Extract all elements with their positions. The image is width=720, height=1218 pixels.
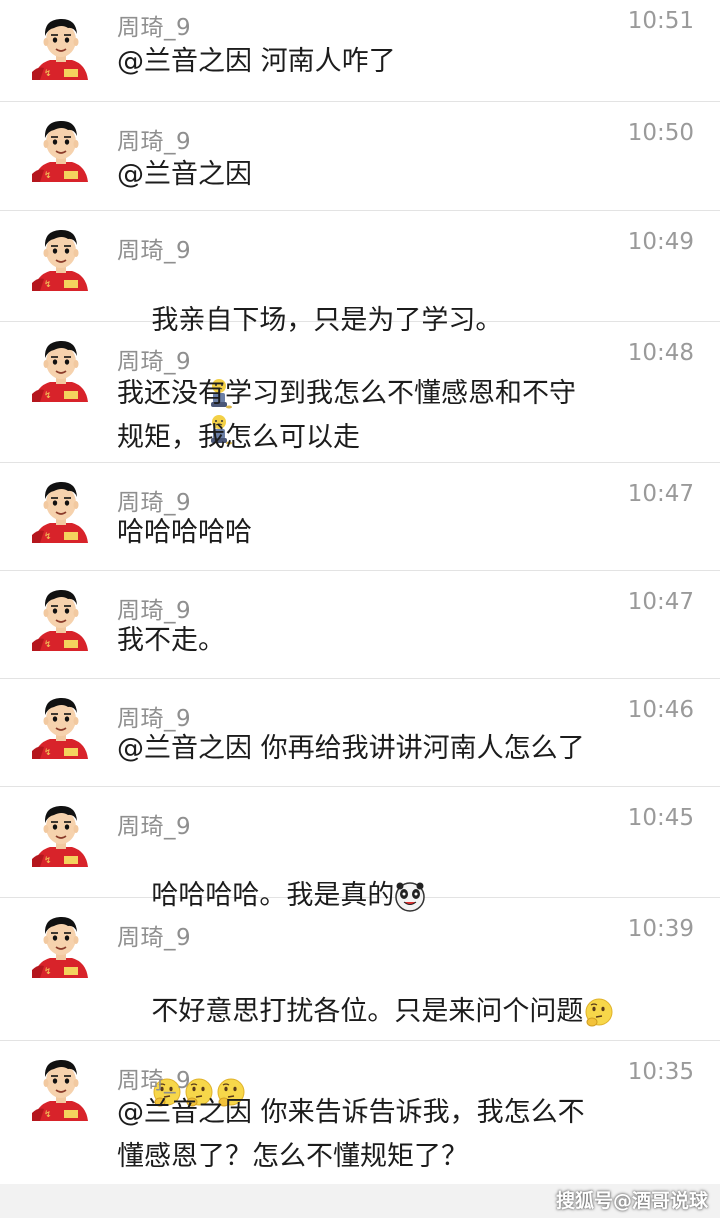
message-text: @兰音之因 河南人咋了 bbox=[117, 46, 396, 77]
thinking-face-icon bbox=[583, 997, 615, 1029]
message-row[interactable]: 周琦_9 10:49 我亲自下场，只是为了学习。 bbox=[0, 211, 720, 322]
avatar-icon[interactable] bbox=[30, 116, 92, 184]
avatar-icon[interactable] bbox=[30, 912, 92, 980]
message-time: 10:39 bbox=[627, 916, 694, 942]
message-row[interactable]: 周琦_9 10:35 @兰音之因 你来告诉告诉我，我怎么不 懂感恩了？怎么不懂规… bbox=[0, 1041, 720, 1184]
avatar-icon[interactable] bbox=[30, 693, 92, 761]
message-row[interactable]: 周琦_9 10:47 我不走。 bbox=[0, 571, 720, 679]
sender-name[interactable]: 周琦_9 bbox=[117, 591, 191, 625]
message-text: 我不走。 bbox=[117, 625, 225, 656]
avatar-icon[interactable] bbox=[30, 477, 92, 545]
avatar-icon[interactable] bbox=[30, 1055, 92, 1123]
avatar-icon[interactable] bbox=[30, 801, 92, 869]
message-time: 10:48 bbox=[627, 340, 694, 366]
avatar-icon[interactable] bbox=[30, 225, 92, 293]
sender-name[interactable]: 周琦_9 bbox=[117, 122, 191, 156]
watermark: 搜狐号@酒哥说球 bbox=[555, 1190, 708, 1212]
sender-name[interactable]: 周琦_9 bbox=[117, 807, 191, 841]
avatar-icon[interactable] bbox=[30, 585, 92, 653]
message-row[interactable]: 周琦_9 10:47 哈哈哈哈哈 bbox=[0, 463, 720, 571]
message-time: 10:46 bbox=[627, 697, 694, 723]
message-row[interactable]: 周琦_9 10:48 我还没有学习到我怎么不懂感恩和不守 规矩，我怎么可以走 bbox=[0, 322, 720, 463]
sender-name[interactable]: 周琦_9 bbox=[117, 1061, 191, 1095]
message-time: 10:50 bbox=[627, 120, 694, 146]
sender-name[interactable]: 周琦_9 bbox=[117, 231, 191, 265]
sender-name[interactable]: 周琦_9 bbox=[117, 342, 191, 376]
message-text: @兰音之因 你再给我讲讲河南人怎么了 bbox=[117, 733, 585, 764]
message-text: @兰音之因 你来告诉告诉我，我怎么不 懂感恩了？怎么不懂规矩了？ bbox=[117, 1097, 585, 1172]
message-text-content: 不好意思打扰各位。只是来问个问题 bbox=[151, 996, 584, 1027]
message-time: 10:47 bbox=[627, 589, 694, 615]
message-row[interactable]: 周琦_9 10:39 不好意思打扰各位。只是来问个问题 bbox=[0, 898, 720, 1041]
message-time: 10:45 bbox=[627, 805, 694, 831]
sender-name[interactable]: 周琦_9 bbox=[117, 483, 191, 517]
sender-name[interactable]: 周琦_9 bbox=[117, 8, 191, 42]
message-row[interactable]: 周琦_9 10:50 @兰音之因 bbox=[0, 102, 720, 211]
message-text: @兰音之因 bbox=[117, 159, 252, 190]
message-time: 10:35 bbox=[627, 1059, 694, 1085]
message-text: 哈哈哈哈哈 bbox=[117, 517, 252, 548]
message-time: 10:47 bbox=[627, 481, 694, 507]
sender-name[interactable]: 周琦_9 bbox=[117, 699, 191, 733]
message-time: 10:49 bbox=[627, 229, 694, 255]
avatar-icon[interactable] bbox=[30, 336, 92, 404]
message-row[interactable]: 周琦_9 10:51 @兰音之因 河南人咋了 bbox=[0, 0, 720, 102]
message-time: 10:51 bbox=[627, 8, 694, 34]
message-text: 我还没有学习到我怎么不懂感恩和不守 规矩，我怎么可以走 bbox=[117, 378, 576, 453]
avatar-icon[interactable] bbox=[30, 14, 92, 82]
sender-name[interactable]: 周琦_9 bbox=[117, 918, 191, 952]
message-row[interactable]: 周琦_9 10:45 哈哈哈哈。我是真的 bbox=[0, 787, 720, 912]
message-row[interactable]: 周琦_9 10:46 @兰音之因 你再给我讲讲河南人怎么了 bbox=[0, 679, 720, 787]
